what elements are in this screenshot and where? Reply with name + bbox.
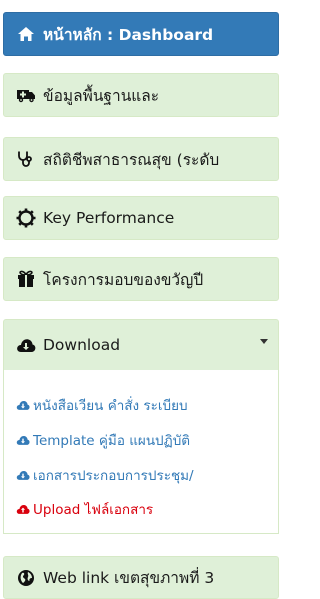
gear-icon bbox=[16, 208, 36, 228]
menu-item-label: โครงการมอบของขวัญปี bbox=[43, 270, 204, 289]
download-submenu: หนังสือเวียน คำสั่ง ระเบียบ Template คู่… bbox=[3, 370, 279, 534]
submenu-item-label: Template คู่มือ แผนปฏิบัติ bbox=[33, 433, 191, 449]
menu-item-key-performance[interactable]: Key Performance bbox=[3, 196, 279, 240]
submenu-item-template[interactable]: Template คู่มือ แผนปฏิบัติ bbox=[16, 429, 190, 451]
submenu-item-label: หนังสือเวียน คำสั่ง ระเบียบ bbox=[33, 398, 188, 414]
submenu-item-label: เอกสารประกอบการประชุม/ bbox=[33, 468, 194, 484]
menu-item-vital-stats[interactable]: สถิติชีพสาธารณสุข (ระดับ bbox=[3, 137, 279, 181]
cloud-upload-icon bbox=[16, 503, 30, 515]
menu-item-label: ข้อมูลพื้นฐานและ bbox=[43, 86, 160, 105]
submenu-item-circulars[interactable]: หนังสือเวียน คำสั่ง ระเบียบ bbox=[16, 394, 188, 416]
menu-item-basic-data[interactable]: ข้อมูลพื้นฐานและ bbox=[3, 73, 279, 117]
globe-icon bbox=[16, 568, 36, 588]
menu-item-label: Download bbox=[43, 336, 121, 354]
cloud-download-icon bbox=[16, 399, 30, 411]
gift-icon bbox=[16, 269, 36, 289]
stethoscope-icon bbox=[16, 149, 36, 169]
menu-item-download[interactable]: Download bbox=[3, 319, 279, 371]
submenu-item-label: Upload ไฟล์เอกสาร bbox=[33, 502, 154, 518]
chevron-down-icon bbox=[260, 339, 268, 344]
cloud-download-icon bbox=[16, 434, 30, 446]
submenu-item-upload[interactable]: Upload ไฟล์เอกสาร bbox=[16, 498, 153, 520]
menu-item-gift-project[interactable]: โครงการมอบของขวัญปี bbox=[3, 257, 279, 301]
submenu-item-meeting-docs[interactable]: เอกสารประกอบการประชุม/ bbox=[16, 464, 194, 486]
cloud-download-icon bbox=[16, 469, 30, 481]
ambulance-icon bbox=[16, 85, 36, 105]
menu-item-label: Web link เขตสุขภาพที่ 3 bbox=[43, 569, 215, 587]
menu-item-label: สถิติชีพสาธารณสุข (ระดับ bbox=[43, 150, 220, 169]
menu-item-dashboard[interactable]: หน้าหลัก : Dashboard bbox=[3, 12, 279, 56]
menu-item-label: Key Performance bbox=[43, 209, 175, 227]
cloud-download-icon bbox=[16, 335, 36, 355]
menu-item-web-link[interactable]: Web link เขตสุขภาพที่ 3 bbox=[3, 556, 279, 599]
home-icon bbox=[16, 24, 36, 44]
menu-item-label: หน้าหลัก : Dashboard bbox=[43, 25, 214, 44]
